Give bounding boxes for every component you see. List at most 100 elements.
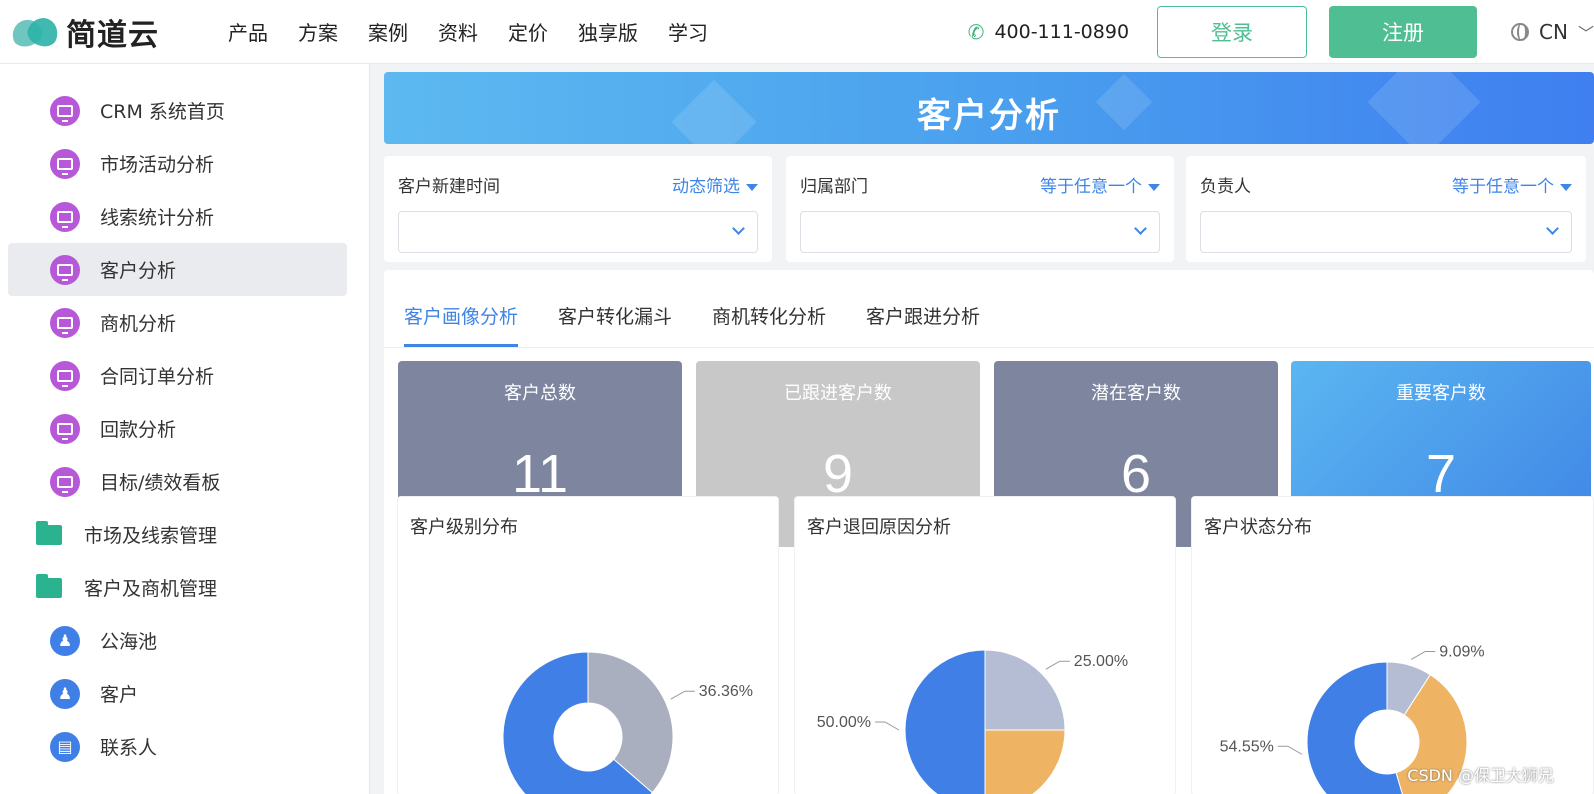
pie-data-label: 9.09% [1439,643,1484,660]
sidebar-item-label: 回款分析 [100,419,177,441]
filter-label: 负责人 [1200,177,1251,197]
sidebar-item-label: 客户分析 [100,260,177,282]
tab-opportunity-conversion[interactable]: 商机转化分析 [712,270,826,347]
label-leader-line [1045,660,1070,670]
label-leader-line [1277,745,1303,755]
tab-conversion-funnel[interactable]: 客户转化漏斗 [558,270,672,347]
pie-chart-level: 36.36% [502,651,753,794]
caret-down-icon [746,183,758,191]
filter-operator[interactable]: 等于任意一个 [1040,172,1160,197]
filter-select[interactable] [1200,211,1572,253]
filter-created-time: 客户新建时间 动态筛选 [384,156,772,262]
contact-icon: ▤ [50,731,80,762]
dashboard-icon [50,148,80,179]
pie-chart-return-reason: 25.00% 50.00% [817,649,1128,794]
sidebar-item[interactable]: 线索统计分析 [8,190,347,243]
top-navbar: 简道云 产品 方案 案例 资料 定价 独享版 学习 ✆ 400-111-0890… [0,0,1594,64]
dashboard-icon [50,307,80,338]
sidebar-item-label: 市场及线索管理 [84,525,218,547]
sidebar-item[interactable]: 市场活动分析 [8,137,347,190]
chevron-down-icon [1134,222,1147,235]
sidebar-item[interactable]: 客户及商机管理 [8,561,347,614]
pie-data-label: 50.00% [817,714,871,731]
tab-follow-up[interactable]: 客户跟进分析 [866,270,980,347]
filter-operator[interactable]: 等于任意一个 [1452,172,1572,197]
sidebar-item[interactable]: 回款分析 [8,402,347,455]
sidebar-item[interactable]: CRM 系统首页 [8,84,347,137]
dashboard-icon [50,360,80,391]
page-banner: 客户分析 [384,72,1594,144]
language-selector[interactable]: CN ﹀ [1511,20,1594,44]
caret-down-icon [1560,183,1572,191]
pie-slice[interactable] [984,729,1066,794]
filter-select[interactable] [398,211,758,253]
pie-chart-status: 9.09% 54.55% [1220,643,1485,794]
login-button[interactable]: 登录 [1157,5,1308,58]
page-title: 客户分析 [917,96,1061,136]
folder-icon [36,520,62,545]
nav-item-pricing[interactable]: 定价 [508,17,548,46]
sidebar-item[interactable]: 目标/绩效看板 [8,455,347,508]
label-leader-line [670,690,695,700]
analysis-tabs: 客户画像分析 客户转化漏斗 商机转化分析 客户跟进分析 [384,270,1594,348]
brand-name: 简道云 [66,17,159,53]
nav-item-cases[interactable]: 案例 [368,17,408,46]
dashboard-icon [50,254,80,285]
sidebar-item[interactable]: ♟ 客户 [8,667,347,720]
user-icon: ♟ [50,625,80,656]
pie-data-label: 54.55% [1220,738,1274,755]
stat-title: 已跟进客户数 [784,383,892,404]
chevron-down-icon: ﹀ [1577,23,1594,43]
phone-contact[interactable]: ✆ 400-111-0890 [968,20,1129,44]
nav-item-learn[interactable]: 学习 [668,17,708,46]
sidebar-item-label: 线索统计分析 [100,207,215,229]
sidebar-item[interactable]: 合同订单分析 [8,349,347,402]
filter-select[interactable] [800,211,1160,253]
dashboard-icon [50,466,80,497]
pie-slice[interactable] [904,649,986,794]
stat-title: 重要客户数 [1396,383,1486,404]
sidebar-item-label: 商机分析 [100,313,177,335]
filter-label: 归属部门 [800,177,868,197]
label-leader-line [1410,650,1436,660]
nav-item-resources[interactable]: 资料 [438,17,478,46]
sidebar-item-label: 目标/绩效看板 [100,472,221,494]
stat-title: 客户总数 [504,383,576,404]
dashboard-icon [50,95,80,126]
filter-operator[interactable]: 动态筛选 [672,172,758,197]
tab-customer-profile[interactable]: 客户画像分析 [404,270,519,347]
sidebar-item[interactable]: 商机分析 [8,296,347,349]
sidebar-item-label: 客户 [100,684,139,706]
chart-card-status: 客户状态分布 9.09% 54.55% [1191,496,1594,794]
sidebar-item[interactable]: 市场及线索管理 [8,508,347,561]
sidebar-item-label: 联系人 [100,737,158,759]
sidebar-item[interactable]: ▤ 联系人 [8,720,347,773]
filter-department: 归属部门 等于任意一个 [786,156,1174,262]
main-nav: 产品 方案 案例 资料 定价 独享版 学习 [228,17,738,46]
nav-item-solutions[interactable]: 方案 [298,17,338,46]
chart-card-level: 客户级别分布 36.36% [397,496,779,794]
sidebar: CRM 系统首页市场活动分析线索统计分析 客户分析商机分析合同订单分析 回款分析目标… [0,64,370,794]
label-leader-line [875,721,900,731]
sidebar-item-label: 公海池 [100,631,158,653]
dashboard-icon [50,201,80,232]
watermark: CSDN @保卫大狮兄 [1407,766,1554,785]
caret-down-icon [1148,183,1160,191]
sidebar-item[interactable]: ♟ 公海池 [8,614,347,667]
pie-slice[interactable] [984,649,1066,731]
filter-owner: 负责人 等于任意一个 [1186,156,1586,262]
sidebar-item-label: 客户及商机管理 [84,578,218,600]
sidebar-item-label: CRM 系统首页 [100,101,225,123]
globe-icon [1511,22,1530,41]
sidebar-item-label: 合同订单分析 [100,366,215,388]
nav-item-dedicated[interactable]: 独享版 [578,17,638,46]
filter-label: 客户新建时间 [398,177,500,197]
folder-icon [36,573,62,598]
chevron-down-icon [732,222,745,235]
dashboard-icon [50,413,80,444]
register-button[interactable]: 注册 [1329,5,1478,58]
brand-logo[interactable]: 简道云 [8,10,202,54]
sidebar-item[interactable]: 客户分析 [8,243,347,296]
chevron-down-icon [1546,222,1559,235]
nav-item-products[interactable]: 产品 [228,17,268,46]
